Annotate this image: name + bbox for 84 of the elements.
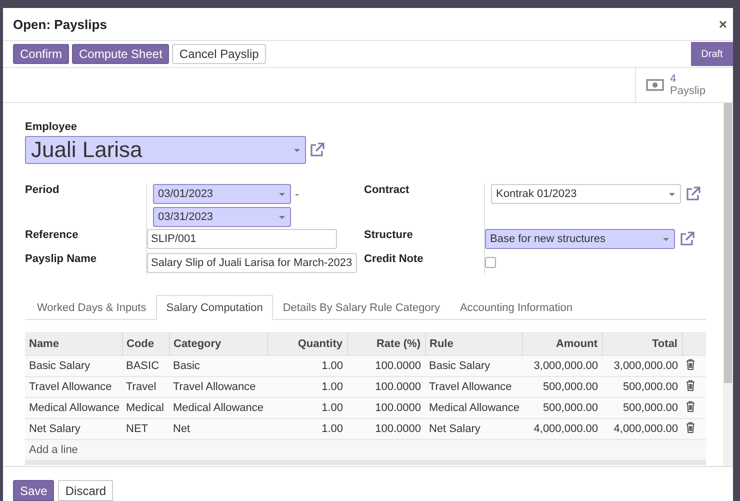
table-cell: 500,000.00 [522, 398, 602, 418]
caret-icon [279, 193, 285, 196]
footer-button[interactable]: Save [13, 480, 54, 501]
column-header[interactable]: Rate (%) [347, 332, 425, 356]
payslip-smart-button[interactable]: 4 Payslip [635, 68, 733, 102]
table-cell: 1.00 [267, 356, 347, 376]
contract-field[interactable]: Kontrak 01/2023 [491, 184, 681, 204]
table-cell: Basic Salary [425, 356, 522, 376]
table-cell: Travel Allowance [425, 376, 522, 398]
range-separator: - [295, 187, 299, 201]
table-cell: 100.0000 [347, 376, 425, 398]
table-cell: 1.00 [267, 398, 347, 418]
table-cell: Medical [122, 398, 169, 418]
trash-icon[interactable] [686, 380, 695, 391]
toolbar-button[interactable]: Confirm [13, 44, 70, 64]
scrollbar[interactable] [723, 103, 733, 466]
banknote-icon [646, 79, 664, 91]
employee-field[interactable]: Juali Larisa [25, 136, 306, 164]
caret-icon [663, 238, 669, 241]
field-label: Structure [364, 228, 414, 243]
column-header[interactable]: Category [169, 332, 267, 356]
table-cell: Medical Allowance [25, 398, 122, 418]
table-cell: BASIC [122, 356, 169, 376]
trash-icon[interactable] [686, 422, 695, 433]
trash-icon[interactable] [686, 401, 695, 412]
caret-icon [669, 193, 675, 196]
table-cell: 100.0000 [347, 418, 425, 440]
table-cell: Basic [169, 356, 267, 376]
column-header[interactable]: Amount [522, 332, 602, 356]
structure-field[interactable]: Base for new structures [485, 229, 675, 249]
external-link-icon[interactable] [309, 142, 325, 158]
table-cell: Net [169, 418, 267, 440]
toolbar-button[interactable]: Compute Sheet [72, 44, 170, 64]
table-cell: Net Salary [425, 418, 522, 440]
table-cell: 1.00 [267, 418, 347, 440]
date-field[interactable]: 03/01/2023 [153, 184, 291, 204]
table-cell: Travel [122, 376, 169, 398]
caret-icon [279, 216, 285, 219]
field-label: Reference [25, 228, 80, 243]
dialog-title: Open: Payslips [13, 16, 107, 32]
table-cell: 500,000.00 [602, 376, 682, 398]
external-link-icon[interactable] [685, 186, 701, 202]
add-line-link[interactable]: Add a line [29, 444, 78, 456]
column-header[interactable]: Quantity [267, 332, 347, 356]
table-cell: Medical Allowance [425, 398, 522, 418]
table-cell: 500,000.00 [522, 376, 602, 398]
table-cell: 1.00 [267, 376, 347, 398]
field-label: Contract [364, 184, 410, 198]
table-cell: 500,000.00 [602, 398, 682, 418]
table-cell: Medical Allowance [169, 398, 267, 418]
date-field[interactable]: 03/31/2023 [153, 207, 291, 227]
tab[interactable]: Salary Computation [156, 295, 273, 320]
table-cell: Net Salary [25, 418, 122, 440]
table-cell: NET [122, 418, 169, 440]
caret-icon [294, 149, 300, 152]
trash-icon[interactable] [686, 359, 695, 370]
tab[interactable]: Worked Days & Inputs [27, 295, 156, 320]
tab[interactable]: Details By Salary Rule Category [272, 295, 450, 320]
reference-field[interactable]: SLIP/001 [147, 229, 337, 249]
field-label: Employee [25, 121, 78, 133]
close-button[interactable]: × [718, 16, 727, 32]
field-label: Payslip Name [25, 252, 98, 267]
payslip-name-field[interactable]: Salary Slip of Juali Larisa for March-2023 [147, 253, 358, 273]
field-label: Credit Note [364, 252, 424, 267]
status-badge[interactable]: Draft [691, 42, 733, 66]
table-cell: 100.0000 [347, 398, 425, 418]
table-cell: Travel Allowance [25, 376, 122, 398]
table-cell: 100.0000 [347, 356, 425, 376]
toolbar-button[interactable]: Cancel Payslip [172, 44, 266, 64]
table-cell: 3,000,000.00 [522, 356, 602, 376]
field-label: Period [25, 184, 60, 198]
column-header[interactable]: Name [25, 332, 122, 356]
table-cell: 4,000,000.00 [522, 418, 602, 440]
table-cell: Travel Allowance [169, 376, 267, 398]
column-header[interactable]: Rule [425, 332, 522, 356]
column-header[interactable]: Code [122, 332, 169, 356]
footer-button[interactable]: Discard [58, 480, 114, 501]
external-link-icon[interactable] [679, 231, 695, 247]
table-cell: Basic Salary [25, 356, 122, 376]
table-cell: 4,000,000.00 [602, 418, 682, 440]
column-header[interactable]: Total [602, 332, 682, 356]
credit-note-checkbox[interactable] [485, 257, 496, 268]
table-cell: 3,000,000.00 [602, 356, 682, 376]
tab[interactable]: Accounting Information [450, 295, 582, 320]
